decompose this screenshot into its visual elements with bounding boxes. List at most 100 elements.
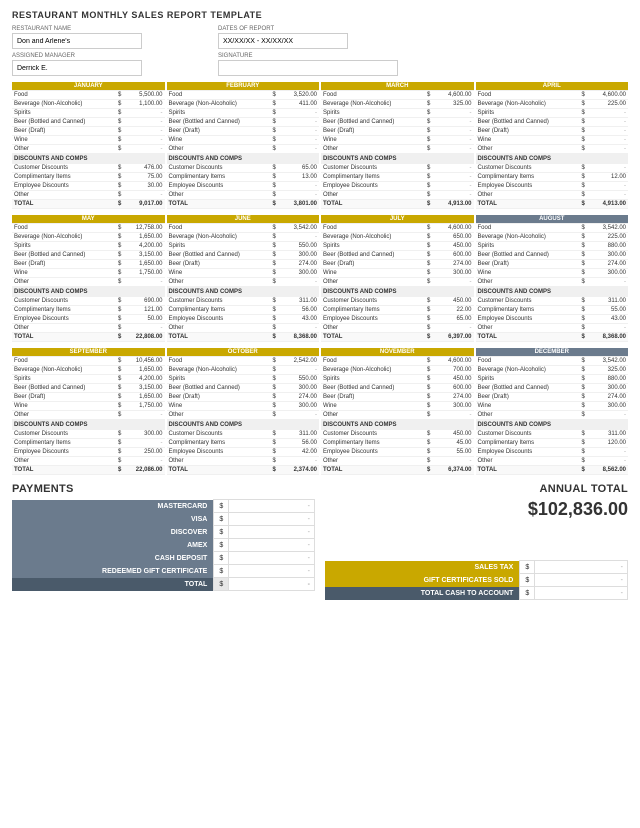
table-row: Beer (Bottled and Canned)$-	[167, 118, 320, 127]
table-row: Complimentary Items$45.00	[321, 439, 474, 448]
currency-sign: $	[420, 233, 432, 242]
currency-sign: $	[111, 100, 123, 109]
row-value: 411.00	[278, 100, 319, 109]
row-label: Complimentary Items	[476, 439, 575, 448]
table-row: Employee Discounts$50.00	[12, 315, 165, 324]
table-row: Wine$-	[167, 136, 320, 145]
currency-sign: $	[111, 393, 123, 402]
discounts-section-header: DISCOUNTS AND COMPS	[321, 154, 474, 164]
row-value: -	[278, 233, 319, 242]
dates-input[interactable]	[218, 33, 348, 49]
total-label: TOTAL	[321, 466, 420, 475]
row-label: Other	[12, 411, 111, 420]
payment-value: -	[229, 552, 315, 565]
table-row: Spirits$-	[12, 109, 165, 118]
manager-input[interactable]	[12, 60, 142, 76]
payment-total-sign: $	[214, 578, 229, 591]
currency-sign: $	[111, 297, 123, 306]
table-row: Beer (Bottled and Canned)$300.00	[476, 251, 629, 260]
row-value: 300.00	[587, 402, 628, 411]
row-label: Complimentary Items	[167, 173, 266, 182]
row-value: 880.00	[587, 375, 628, 384]
row-label: Other	[476, 278, 575, 287]
row-label: Employee Discounts	[12, 448, 111, 457]
restaurant-name-input[interactable]	[12, 33, 142, 49]
currency-sign: $	[420, 402, 432, 411]
currency-sign: $	[266, 439, 278, 448]
row-label: Beer (Draft)	[476, 393, 575, 402]
discounts-header-row: DISCOUNTS AND COMPS	[476, 154, 629, 164]
row-label: Food	[167, 91, 266, 100]
currency-sign: $	[575, 375, 587, 384]
table-row: Complimentary Items$13.00	[167, 173, 320, 182]
payment-value: -	[229, 526, 315, 539]
row-value: 120.00	[587, 439, 628, 448]
row-value: 1,100.00	[123, 100, 164, 109]
row-value: -	[587, 127, 628, 136]
currency-sign: $	[575, 411, 587, 420]
row-value: -	[278, 324, 319, 333]
currency-sign: $	[575, 127, 587, 136]
row-label: Beverage (Non-Alcoholic)	[476, 100, 575, 109]
payment-sign: $	[214, 565, 229, 578]
table-row: Spirits$880.00	[476, 375, 629, 384]
currency-sign: $	[575, 251, 587, 260]
row-label: Employee Discounts	[167, 315, 266, 324]
currency-sign: $	[111, 242, 123, 251]
row-label: Customer Discounts	[321, 297, 420, 306]
currency-sign: $	[575, 242, 587, 251]
table-row: Beer (Draft)$274.00	[321, 393, 474, 402]
table-row: Beer (Bottled and Canned)$3,150.00	[12, 251, 165, 260]
row-value: 274.00	[278, 260, 319, 269]
discounts-header-row: DISCOUNTS AND COMPS	[321, 154, 474, 164]
month-table-january: JANUARYFood$5,500.00Beverage (Non-Alcoho…	[12, 82, 165, 209]
table-row: Employee Discounts$-	[476, 182, 629, 191]
row-value: 550.00	[278, 242, 319, 251]
table-row: Beverage (Non-Alcoholic)$1,100.00	[12, 100, 165, 109]
row-value: 325.00	[432, 100, 473, 109]
row-value: -	[123, 457, 164, 466]
month-header: FEBRUARY	[167, 82, 320, 91]
row-value: 1,650.00	[123, 393, 164, 402]
table-row: Customer Discounts$311.00	[167, 297, 320, 306]
row-value: -	[587, 164, 628, 173]
total-value: 9,017.00	[123, 200, 164, 209]
currency-sign: $	[420, 384, 432, 393]
currency-sign: $	[111, 457, 123, 466]
table-row: Employee Discounts$-	[476, 448, 629, 457]
currency-sign: $	[575, 136, 587, 145]
month-header: SEPTEMBER	[12, 348, 165, 357]
table-row: Other$-	[167, 191, 320, 200]
row-value: -	[587, 324, 628, 333]
row-label: Beer (Draft)	[167, 127, 266, 136]
table-row: Customer Discounts$690.00	[12, 297, 165, 306]
row-value: 300.00	[278, 251, 319, 260]
row-value: -	[587, 118, 628, 127]
row-value: -	[587, 448, 628, 457]
signature-input[interactable]	[218, 60, 398, 76]
currency-sign: $	[420, 136, 432, 145]
table-row: Other$-	[476, 145, 629, 154]
annual-item-row: SALES TAX$-	[325, 561, 628, 574]
annual-item-label: GIFT CERTIFICATES SOLD	[325, 574, 520, 587]
table-row: Beverage (Non-Alcoholic)$225.00	[476, 100, 629, 109]
row-value: -	[587, 191, 628, 200]
row-value: -	[432, 164, 473, 173]
currency-sign: $	[111, 411, 123, 420]
currency-sign: $	[420, 173, 432, 182]
currency-sign: $	[111, 173, 123, 182]
payment-label: AMEX	[12, 539, 214, 552]
currency-sign: $	[575, 224, 587, 233]
row-label: Other	[476, 324, 575, 333]
row-value: 45.00	[432, 439, 473, 448]
annual-item-row: GIFT CERTIFICATES SOLD$-	[325, 574, 628, 587]
table-row: Beer (Draft)$274.00	[167, 393, 320, 402]
row-label: Wine	[321, 402, 420, 411]
month-header: OCTOBER	[167, 348, 320, 357]
total-row: TOTAL$4,913.00	[476, 200, 629, 209]
row-value: 225.00	[587, 100, 628, 109]
row-label: Employee Discounts	[321, 315, 420, 324]
signature-label: SIGNATURE	[218, 53, 398, 59]
table-row: Spirits$4,200.00	[12, 242, 165, 251]
row-label: Spirits	[321, 109, 420, 118]
